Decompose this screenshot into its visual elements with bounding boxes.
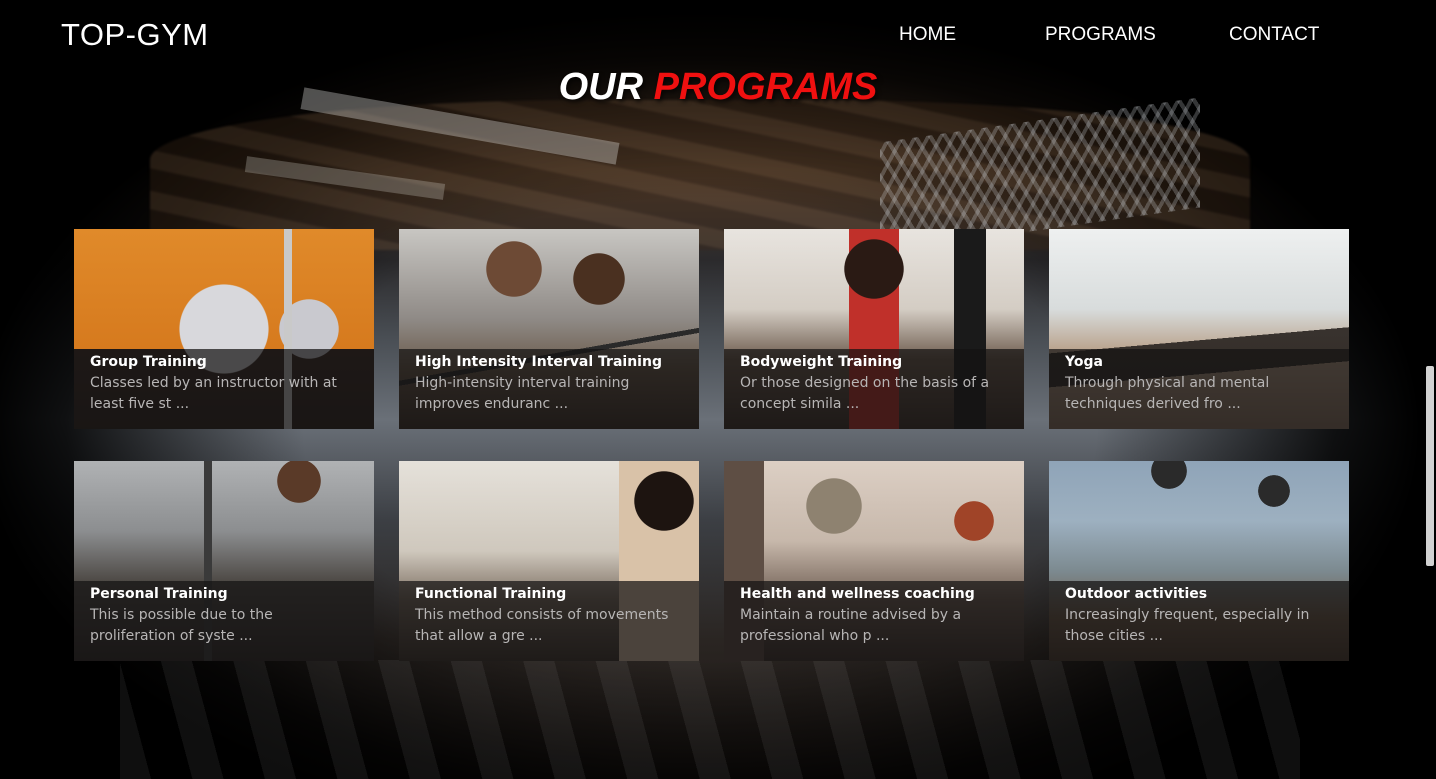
- top-navbar: TOP-GYM HOME PROGRAMS CONTACT: [0, 0, 1436, 70]
- program-title: Group Training: [90, 354, 207, 370]
- page-scrollbar-thumb[interactable]: [1426, 366, 1434, 566]
- site-logo[interactable]: TOP-GYM: [61, 17, 209, 53]
- nav-home-link[interactable]: HOME: [899, 24, 956, 46]
- program-title: Yoga: [1065, 354, 1103, 370]
- program-card-group-training[interactable]: Group Training Classes led by an instruc…: [74, 229, 374, 429]
- program-caption: Outdoor activities Increasingly frequent…: [1049, 581, 1349, 661]
- program-caption: Functional Training This method consists…: [399, 581, 699, 661]
- program-description: Increasingly frequent, especially in tho…: [1065, 607, 1310, 644]
- program-card-functional-training[interactable]: Functional Training This method consists…: [399, 461, 699, 661]
- page: TOP-GYM HOME PROGRAMS CONTACT OUR PROGRA…: [0, 0, 1436, 779]
- background-floor: [120, 660, 1300, 779]
- page-title: OUR PROGRAMS: [0, 66, 1436, 109]
- program-card-hiit[interactable]: High Intensity Interval Training High-in…: [399, 229, 699, 429]
- program-description: High-intensity interval training improve…: [415, 375, 630, 412]
- program-card-yoga[interactable]: Yoga Through physical and mental techniq…: [1049, 229, 1349, 429]
- program-caption: Health and wellness coaching Maintain a …: [724, 581, 1024, 661]
- program-card-outdoor-activities[interactable]: Outdoor activities Increasingly frequent…: [1049, 461, 1349, 661]
- program-card-health-wellness-coaching[interactable]: Health and wellness coaching Maintain a …: [724, 461, 1024, 661]
- program-description: Maintain a routine advised by a professi…: [740, 607, 962, 644]
- program-title: Health and wellness coaching: [740, 586, 975, 602]
- program-card-personal-training[interactable]: Personal Training This is possible due t…: [74, 461, 374, 661]
- program-caption: Yoga Through physical and mental techniq…: [1049, 349, 1349, 429]
- program-caption: Personal Training This is possible due t…: [74, 581, 374, 661]
- program-title: High Intensity Interval Training: [415, 354, 662, 370]
- program-caption: High Intensity Interval Training High-in…: [399, 349, 699, 429]
- program-card-bodyweight-training[interactable]: Bodyweight Training Or those designed on…: [724, 229, 1024, 429]
- nav-programs-link[interactable]: PROGRAMS: [1045, 24, 1156, 46]
- program-description: Classes led by an instructor with at lea…: [90, 375, 337, 412]
- programs-grid: Group Training Classes led by an instruc…: [74, 229, 1349, 661]
- program-caption: Bodyweight Training Or those designed on…: [724, 349, 1024, 429]
- program-description: This is possible due to the proliferatio…: [90, 607, 273, 644]
- program-title: Outdoor activities: [1065, 586, 1208, 602]
- program-description: This method consists of movements that a…: [415, 607, 669, 644]
- program-description: Or those designed on the basis of a conc…: [740, 375, 990, 412]
- program-title: Functional Training: [415, 586, 567, 602]
- program-title: Personal Training: [90, 586, 228, 602]
- program-title: Bodyweight Training: [740, 354, 903, 370]
- page-title-word-programs: PROGRAMS: [653, 66, 878, 108]
- program-caption: Group Training Classes led by an instruc…: [74, 349, 374, 429]
- program-description: Through physical and mental techniques d…: [1065, 375, 1270, 412]
- page-title-word-our: OUR: [558, 66, 644, 108]
- nav-contact-link[interactable]: CONTACT: [1229, 24, 1319, 46]
